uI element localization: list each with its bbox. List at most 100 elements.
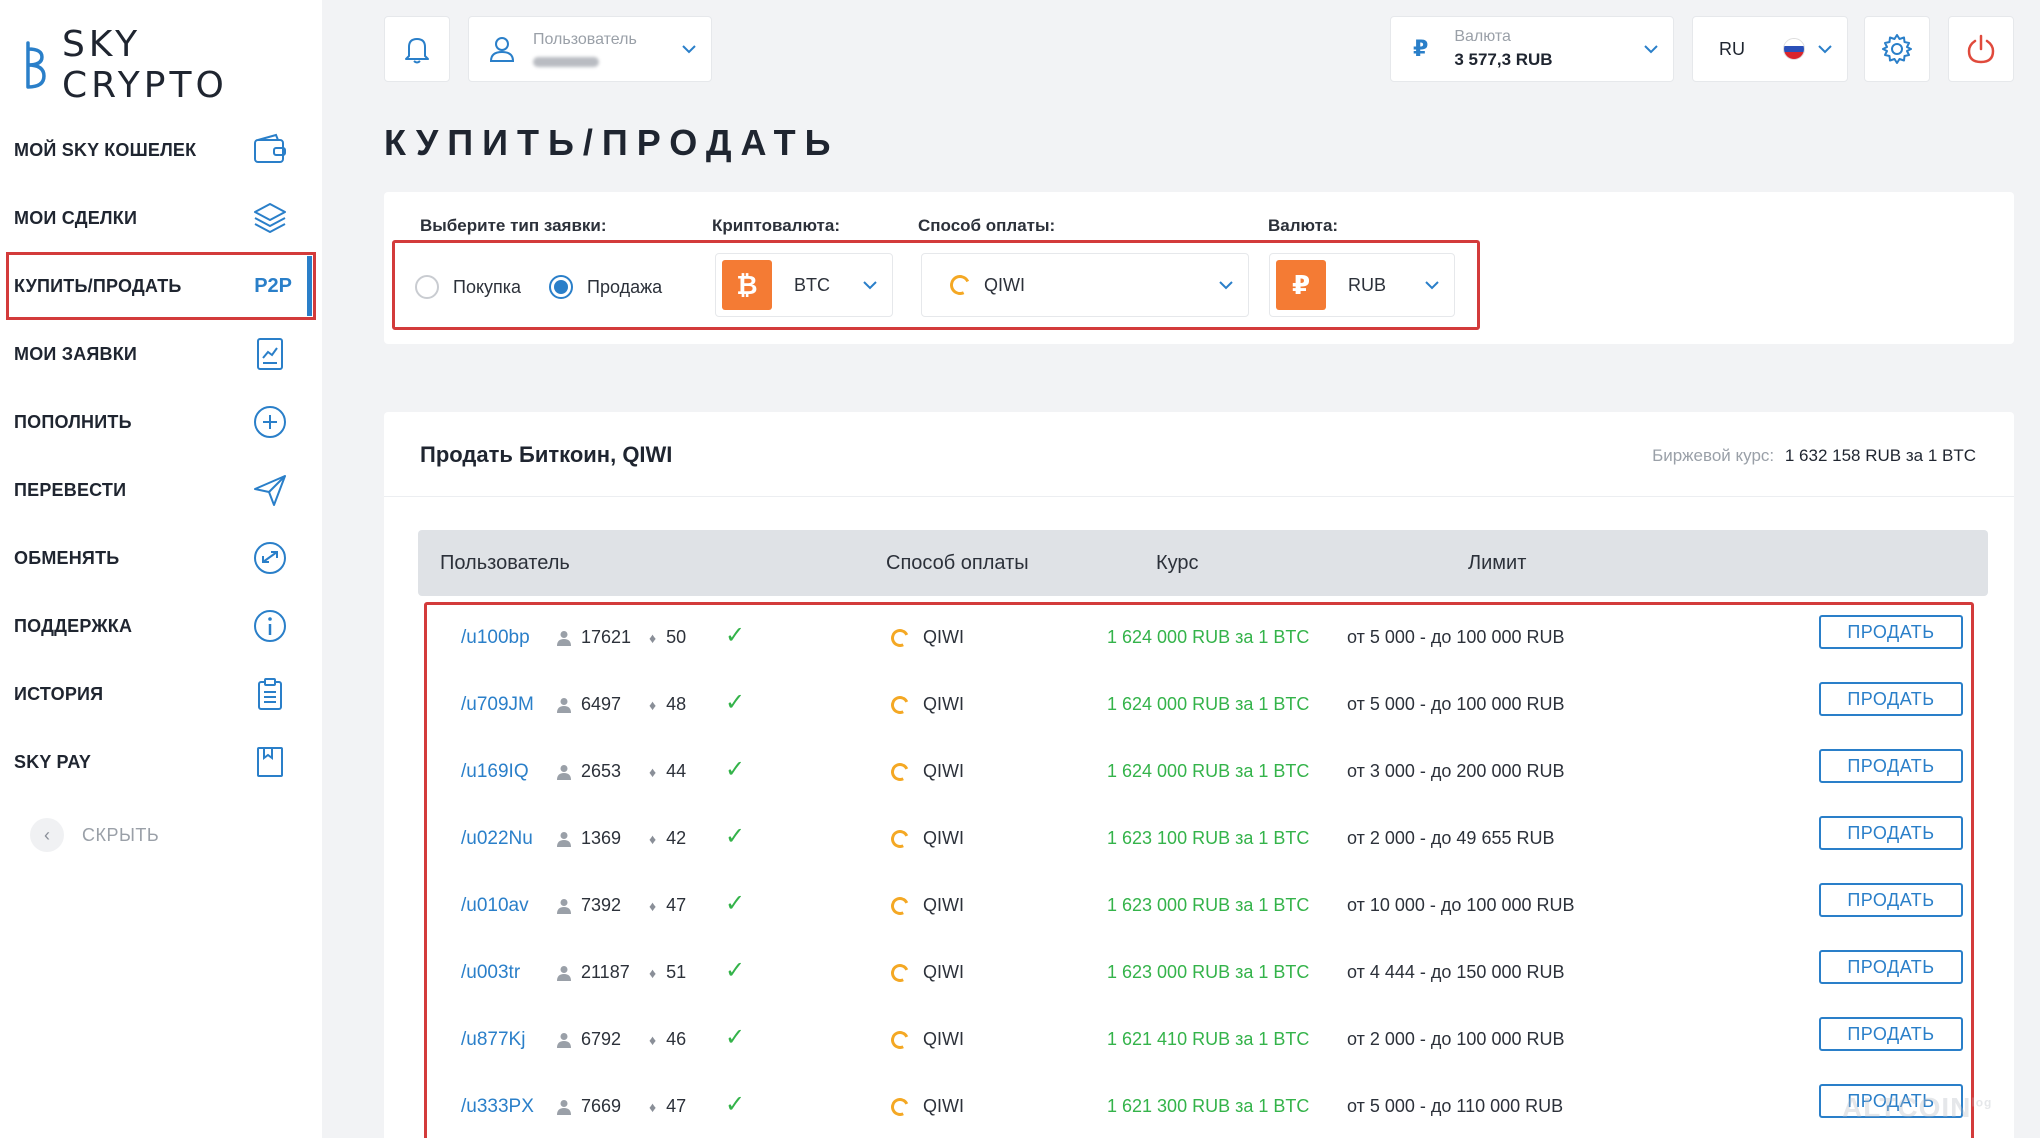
- divider: [384, 496, 2014, 497]
- report-icon: [250, 334, 290, 374]
- payment-method: QIWI: [888, 692, 964, 717]
- deals-count-value: 1369: [581, 828, 622, 848]
- verified-check-icon: ✓: [725, 823, 746, 850]
- verified-check-icon: ✓: [725, 1024, 746, 1051]
- sidebar-item-deposit[interactable]: ПОПОЛНИТЬ: [0, 388, 322, 456]
- sell-button[interactable]: ПРОДАТЬ: [1819, 1017, 1963, 1051]
- user-link[interactable]: /u003tr: [461, 962, 520, 984]
- deals-count-value: 6497: [581, 694, 622, 714]
- offer-rate: 1 623 100 RUB за 1 BTC: [1107, 828, 1310, 848]
- p2p-badge: P2P: [254, 274, 292, 297]
- user-link[interactable]: /u333PX: [461, 1096, 534, 1118]
- hide-sidebar-button[interactable]: ‹ СКРЫТЬ: [30, 818, 159, 852]
- sell-button[interactable]: ПРОДАТЬ: [1819, 950, 1963, 984]
- payment-method-value: QIWI: [923, 761, 964, 781]
- payment-method-select[interactable]: QIWI: [921, 253, 1249, 317]
- offer-rate: 1 624 000 RUB за 1 BTC: [1107, 627, 1310, 647]
- wallet-icon: [250, 130, 290, 170]
- table-row: /u877Kj 6792 ♦ 46 ✓ QIWI 1 621 410 RUB з…: [427, 1007, 1971, 1074]
- exchange-rate: Биржевой курс: 1 632 158 RUB за 1 BTC: [1652, 446, 1976, 466]
- sidebar-item-history[interactable]: ИСТОРИЯ: [0, 660, 322, 728]
- person-icon: [557, 965, 571, 981]
- user-link[interactable]: /u709JM: [461, 694, 534, 716]
- chevron-left-icon: ‹: [30, 818, 64, 852]
- offer-rate: 1 621 300 RUB за 1 BTC: [1107, 1096, 1310, 1116]
- sidebar-item-label: ПОПОЛНИТЬ: [14, 411, 132, 432]
- exchange-rate-value: 1 632 158 RUB за 1 BTC: [1784, 446, 1976, 465]
- sell-button[interactable]: ПРОДАТЬ: [1819, 615, 1963, 649]
- qiwi-icon: [947, 272, 973, 298]
- sidebar-item-transfer[interactable]: ПЕРЕВЕСТИ: [0, 456, 322, 524]
- user-link[interactable]: /u100bp: [461, 627, 530, 649]
- sidebar-item-exchange[interactable]: ОБМЕНЯТЬ: [0, 524, 322, 592]
- sidebar-item-buy-sell[interactable]: КУПИТЬ/ПРОДАТЬ P2P: [6, 252, 316, 320]
- crypto-select[interactable]: ₿ BTC: [715, 253, 893, 317]
- currency-label: Валюта: [1454, 28, 1511, 45]
- logo[interactable]: SKY CRYPTO: [22, 24, 322, 106]
- rating-value: 42: [666, 828, 687, 848]
- ruble-icon: ₽: [1413, 36, 1429, 61]
- offer-limit: от 5 000 - до 110 000 RUB: [1347, 1096, 1564, 1116]
- currency-select[interactable]: ₽ RUB: [1269, 253, 1455, 317]
- payment-method: QIWI: [888, 960, 964, 985]
- user-link[interactable]: /u010av: [461, 895, 529, 917]
- sell-button[interactable]: ПРОДАТЬ: [1819, 682, 1963, 716]
- sidebar-item-label: КУПИТЬ/ПРОДАТЬ: [14, 275, 182, 296]
- deals-count-value: 2653: [581, 761, 622, 781]
- offers-table-body: /u100bp 17621 ♦ 50 ✓ QIWI 1 624 000 RUB …: [424, 602, 1974, 1138]
- crypto-select-value: BTC: [794, 274, 830, 295]
- payment-method: QIWI: [888, 893, 964, 918]
- sidebar-item-deals[interactable]: МОИ СДЕЛКИ: [0, 184, 322, 252]
- sell-button[interactable]: ПРОДАТЬ: [1819, 883, 1963, 917]
- deals-count-value: 7392: [581, 895, 622, 915]
- buy-radio[interactable]: Покупка: [415, 275, 521, 299]
- deals-count: 2653: [557, 761, 621, 782]
- sell-button[interactable]: ПРОДАТЬ: [1819, 749, 1963, 783]
- deals-count: 1369: [557, 828, 621, 849]
- gear-icon: [1882, 34, 1912, 64]
- verified-check-icon: ✓: [725, 622, 746, 649]
- offer-rate: 1 624 000 RUB за 1 BTC: [1107, 761, 1310, 781]
- username-redacted: [533, 57, 599, 67]
- user-link[interactable]: /u169IQ: [461, 761, 529, 783]
- payment-method: QIWI: [888, 1094, 964, 1119]
- offer-limit: от 5 000 - до 100 000 RUB: [1347, 627, 1565, 647]
- chevron-down-icon: [1425, 281, 1439, 290]
- column-header-user: Пользователь: [440, 552, 570, 574]
- currency-selector[interactable]: ₽ Валюта 3 577,3 RUB: [1390, 16, 1674, 82]
- sidebar-item-sky-pay[interactable]: SKY PAY: [0, 728, 322, 796]
- hide-sidebar-label: СКРЫТЬ: [82, 824, 160, 845]
- sell-radio[interactable]: Продажа: [549, 275, 662, 299]
- sell-button[interactable]: ПРОДАТЬ: [1819, 816, 1963, 850]
- deals-count: 7392: [557, 895, 621, 916]
- settings-button[interactable]: [1864, 16, 1930, 82]
- offer-limit: от 4 444 - до 150 000 RUB: [1347, 962, 1565, 982]
- logout-button[interactable]: [1948, 16, 2014, 82]
- sidebar-item-my-orders[interactable]: МОИ ЗАЯВКИ: [0, 320, 322, 388]
- offers-title: Продать Биткоин, QIWI: [420, 442, 673, 467]
- deals-count: 6497: [557, 694, 621, 715]
- user-info: Пользователь: [533, 31, 637, 67]
- rating: ♦ 51: [649, 962, 686, 983]
- book-icon: [250, 742, 290, 782]
- deals-count: 6792: [557, 1029, 621, 1050]
- sidebar-item-wallet[interactable]: МОЙ SKY КОШЕЛЕК: [0, 116, 322, 184]
- payment-method-value: QIWI: [923, 694, 964, 714]
- payment-select-value: QIWI: [984, 274, 1025, 295]
- sidebar-item-label: МОИ СДЕЛКИ: [14, 207, 138, 228]
- deals-count: 21187: [557, 962, 630, 983]
- user-link[interactable]: /u877Kj: [461, 1029, 525, 1051]
- rating-value: 48: [666, 694, 687, 714]
- qiwi-icon: [888, 1027, 912, 1052]
- user-menu[interactable]: Пользователь: [468, 16, 712, 82]
- verified-check-icon: ✓: [725, 756, 746, 783]
- rating: ♦ 47: [649, 895, 686, 916]
- person-icon: [557, 1032, 571, 1048]
- qiwi-icon: [888, 692, 912, 717]
- notifications-button[interactable]: [384, 16, 450, 82]
- sidebar-item-support[interactable]: ПОДДЕРЖКА: [0, 592, 322, 660]
- user-link[interactable]: /u022Nu: [461, 828, 533, 850]
- language-selector[interactable]: RU: [1692, 16, 1848, 82]
- payment-method-value: QIWI: [923, 1096, 964, 1116]
- russia-flag-icon: [1783, 38, 1805, 60]
